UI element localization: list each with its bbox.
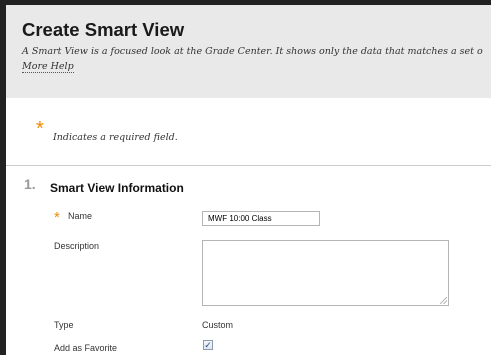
required-star-icon: * [36, 118, 44, 140]
page-description: A Smart View is a focused look at the Gr… [22, 46, 483, 57]
favorite-label: Add as Favorite [54, 343, 118, 353]
page-header: Create Smart View A Smart View is a focu… [6, 5, 491, 98]
name-field[interactable] [202, 211, 320, 226]
step-number: 1. [24, 176, 36, 192]
more-help-link[interactable]: More Help [22, 61, 74, 73]
content-panel: Create Smart View A Smart View is a focu… [6, 5, 491, 355]
favorite-checkbox[interactable]: ✓ [203, 340, 213, 350]
section-title: Smart View Information [50, 181, 184, 195]
type-label: Type [54, 320, 74, 330]
name-label: Name [68, 211, 93, 221]
description-label: Description [54, 241, 100, 251]
required-field-note: Indicates a required field. [53, 132, 178, 143]
section-divider [6, 165, 491, 166]
window-frame: Create Smart View A Smart View is a focu… [0, 0, 491, 355]
type-value: Custom [202, 320, 234, 330]
textarea-resize-handle[interactable] [440, 297, 447, 304]
description-field[interactable] [202, 240, 449, 306]
name-required-star-icon: * [54, 209, 60, 226]
page-title: Create Smart View [22, 19, 185, 40]
